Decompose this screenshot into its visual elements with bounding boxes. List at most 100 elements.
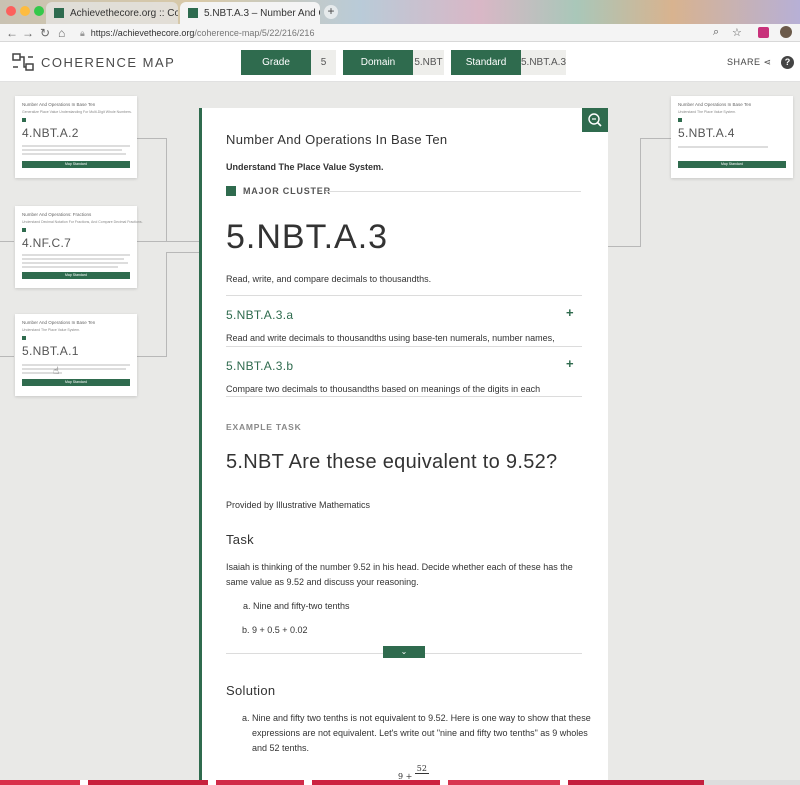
url-host: https://achievethecore.org: [90, 28, 195, 38]
standard-card[interactable]: Number And Operations: Fractions Underst…: [15, 206, 143, 288]
lock-icon: 🔒︎: [80, 28, 85, 38]
card-text-line: [22, 149, 122, 151]
major-cluster-marker: [22, 336, 26, 340]
logo-text[interactable]: COHERENCE MAP: [41, 55, 175, 70]
zoom-panel-button[interactable]: [582, 108, 608, 132]
connector-line: [166, 252, 167, 357]
connector-line: [136, 241, 166, 242]
bookmark-star-icon[interactable]: ☆: [732, 26, 742, 39]
connector-line: [136, 356, 166, 357]
formula-numerator: 52: [416, 764, 427, 773]
task-title[interactable]: 5.NBT Are these equivalent to 9.52?: [226, 451, 586, 473]
coherence-logo-icon[interactable]: [12, 53, 34, 71]
url-path: /coherence-map/5/22/216/216: [194, 28, 315, 38]
task-item: b. 9 + 0.5 + 0.02: [242, 625, 308, 635]
map-standard-button[interactable]: Map Standard: [22, 161, 130, 168]
share-icon: ⋖: [763, 57, 772, 67]
map-standard-button[interactable]: Map Standard: [22, 272, 130, 279]
panel-domain-title: Number And Operations In Base Ten: [226, 132, 448, 147]
card-code: 5.NBT.A.1: [22, 344, 79, 358]
card-code: 4.NF.C.7: [22, 236, 72, 250]
card-text-line: [22, 153, 126, 155]
connector-line: [136, 138, 166, 139]
forward-icon[interactable]: →: [22, 26, 34, 40]
major-cluster-label: MAJOR CLUSTER: [243, 186, 331, 196]
divider: [226, 346, 582, 347]
card-cluster: Understand The Place Value System.: [678, 110, 737, 114]
divider: [325, 191, 581, 192]
card-domain: Number And Operations: Fractions: [22, 212, 92, 217]
card-cluster: Understand The Place Value System.: [22, 328, 81, 332]
browser-tab-active[interactable]: 5.NBT.A.3 – Number And Opera ✕: [180, 2, 320, 24]
task-text: Isaiah is thinking of the number 9.52 in…: [226, 562, 573, 587]
browser-tab-bar: Achievethecore.org :: Coherence ✕ 5.NBT.…: [0, 0, 800, 24]
substandard-text: Read and write decimals to thousandths u…: [226, 333, 555, 343]
standard-value[interactable]: 5.NBT.A.3: [521, 50, 566, 75]
card-text-line: [22, 364, 130, 366]
help-icon[interactable]: ?: [781, 56, 794, 69]
domain-value[interactable]: 5.NBT: [413, 50, 444, 75]
map-standard-button[interactable]: Map Standard: [22, 379, 130, 386]
search-icon[interactable]: ⌕: [713, 26, 719, 39]
connector-line: [166, 252, 199, 253]
map-standard-button[interactable]: Map Standard: [678, 161, 786, 168]
substandard-code[interactable]: 5.NBT.A.3.a: [226, 308, 293, 322]
close-window-icon[interactable]: [6, 6, 16, 16]
card-code: 4.NBT.A.2: [22, 126, 79, 140]
home-icon[interactable]: ⌂: [58, 26, 65, 40]
share-button[interactable]: SHARE ⋖: [727, 57, 772, 68]
card-text-line: [22, 145, 130, 147]
example-task-label: EXAMPLE TASK: [226, 422, 302, 432]
card-domain: Number And Operations In Base Ten: [678, 102, 752, 107]
standard-code-heading: 5.NBT.A.3: [226, 218, 389, 256]
card-text-line: [22, 254, 130, 256]
expand-plus-icon[interactable]: +: [566, 305, 574, 320]
browser-tab[interactable]: Achievethecore.org :: Coherence ✕: [46, 2, 178, 24]
task-heading: Task: [226, 532, 254, 547]
card-text-line: [22, 262, 128, 264]
back-icon[interactable]: ←: [6, 26, 18, 40]
connector-line: [166, 241, 199, 242]
reload-icon[interactable]: ↻: [40, 26, 50, 40]
solution-heading: Solution: [226, 683, 276, 698]
url-field[interactable]: 🔒︎ https://achievethecore.org/coherence-m…: [80, 25, 720, 41]
divider: [226, 295, 582, 296]
task-item: a. Nine and fifty-two tenths: [243, 601, 350, 611]
solution-formula: 9 + 52: [398, 764, 429, 781]
profile-avatar[interactable]: [780, 26, 792, 38]
expand-plus-icon[interactable]: +: [566, 356, 574, 371]
standard-detail-panel: Number And Operations In Base Ten Unders…: [199, 108, 608, 785]
card-text-line: [22, 258, 124, 260]
site-header: COHERENCE MAP Grade 5 Domain 5.NBT Stand…: [0, 42, 800, 82]
connector-line: [640, 138, 671, 139]
address-bar-row: ← → ↻ ⌂ 🔒︎ https://achievethecore.org/coh…: [0, 24, 800, 42]
favicon-icon: [54, 8, 64, 18]
substandard-code[interactable]: 5.NBT.A.3.b: [226, 359, 293, 373]
tab-title: 5.NBT.A.3 – Number And Opera: [204, 7, 320, 19]
task-provider: Provided by Illustrative Mathematics: [226, 500, 371, 510]
minimize-window-icon[interactable]: [20, 6, 30, 16]
panel-cluster-title: Understand The Place Value System.: [226, 162, 384, 172]
card-text-line: [22, 266, 118, 268]
card-cluster: Understand Decimal Notation For Fraction…: [22, 220, 143, 224]
major-cluster-marker: [22, 118, 26, 122]
grade-value[interactable]: 5: [311, 50, 336, 75]
card-code: 5.NBT.A.4: [678, 126, 735, 140]
standard-card[interactable]: Number And Operations In Base Ten Unders…: [15, 314, 137, 396]
major-cluster-marker: [22, 228, 26, 232]
card-domain: Number And Operations In Base Ten: [22, 102, 96, 107]
connector-line: [640, 138, 641, 247]
new-tab-button[interactable]: +: [324, 5, 338, 19]
substandard-text: Compare two decimals to thousandths base…: [226, 384, 541, 394]
grade-selector-button[interactable]: Grade: [241, 50, 311, 75]
standard-card[interactable]: Number And Operations In Base Ten Unders…: [671, 96, 793, 178]
expand-task-button[interactable]: ⌄: [383, 646, 425, 658]
zoom-icon: [588, 113, 602, 127]
major-cluster-marker: [678, 118, 682, 122]
standard-selector-button[interactable]: Standard: [451, 50, 521, 75]
extension-icon[interactable]: [758, 27, 769, 38]
zoom-window-icon[interactable]: [34, 6, 44, 16]
domain-selector-button[interactable]: Domain: [343, 50, 413, 75]
hand-cursor-icon: ☝︎: [53, 366, 60, 377]
standard-card[interactable]: Number And Operations In Base Ten Genera…: [15, 96, 137, 178]
